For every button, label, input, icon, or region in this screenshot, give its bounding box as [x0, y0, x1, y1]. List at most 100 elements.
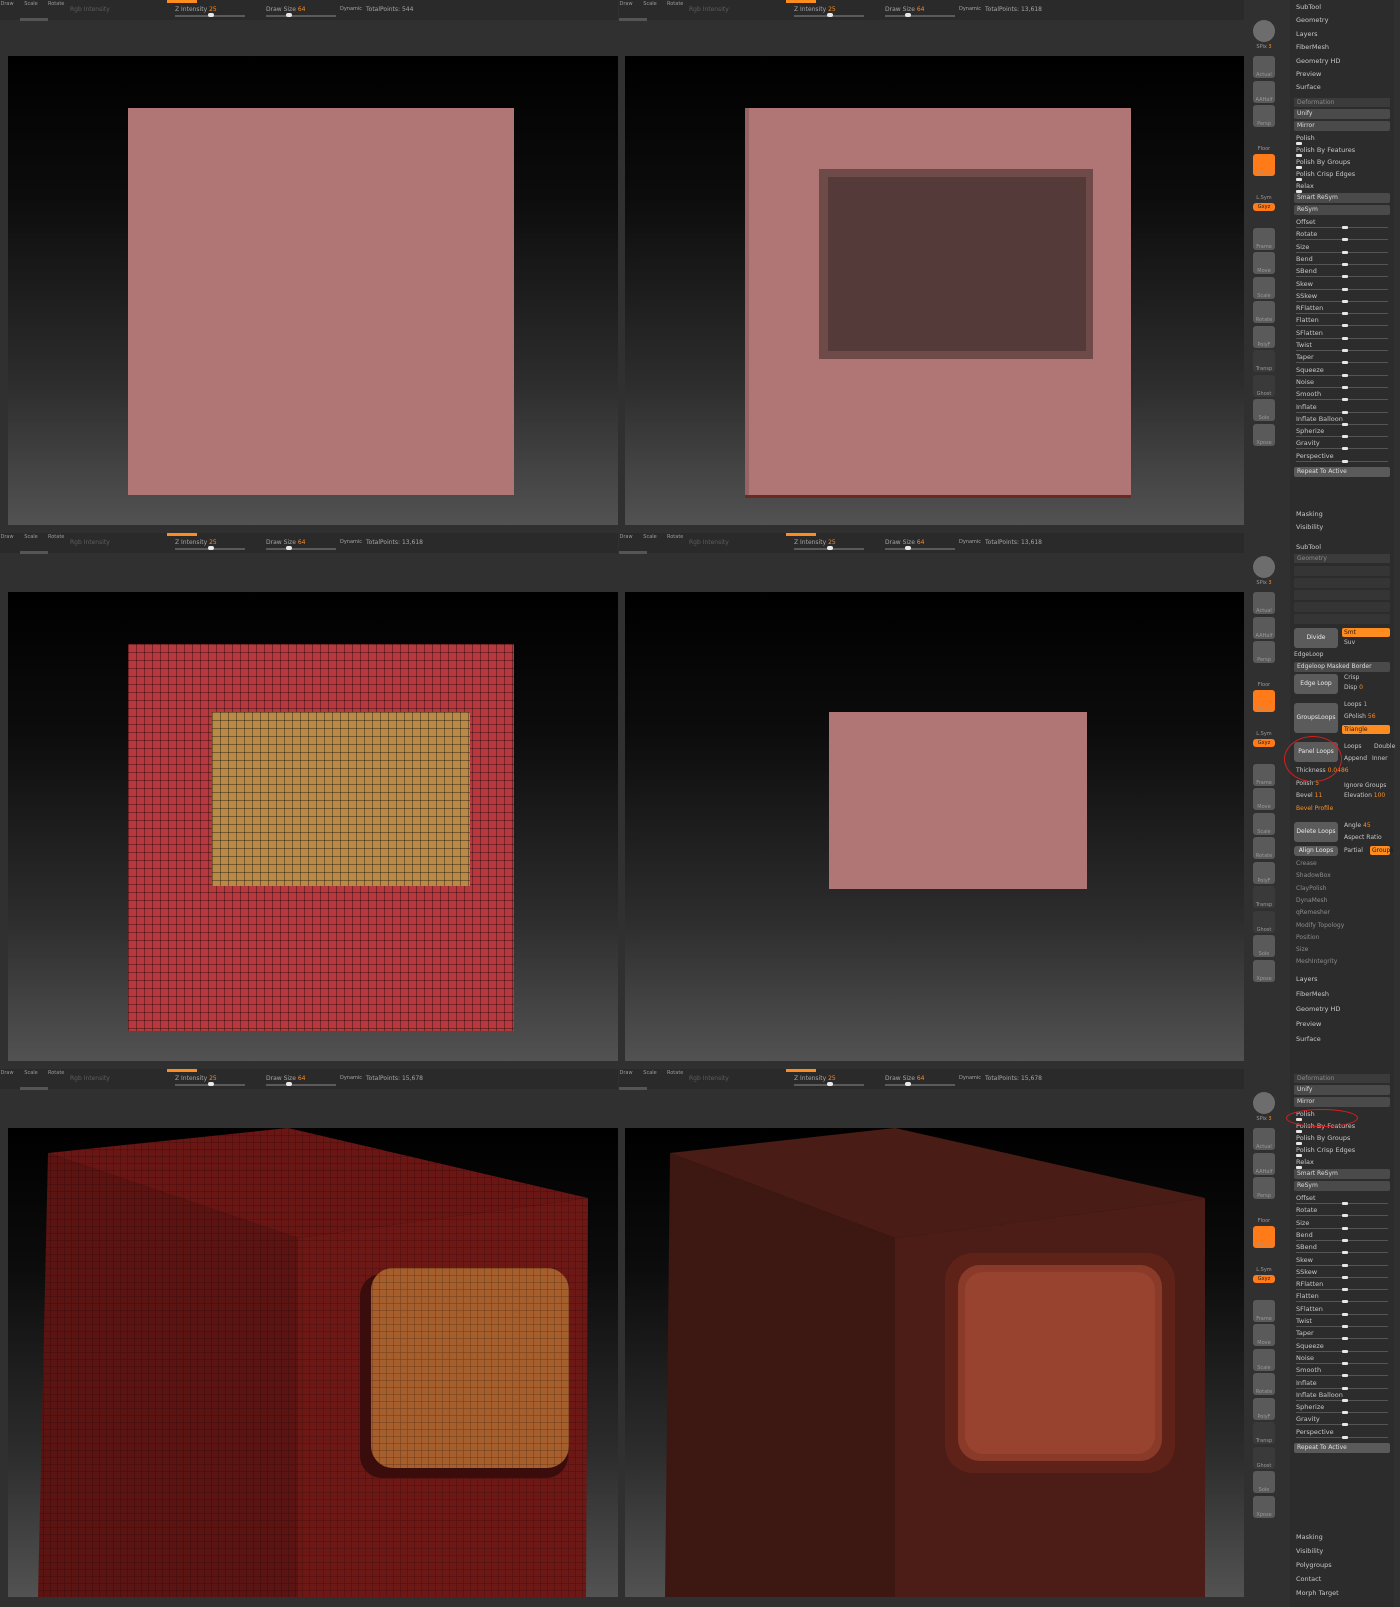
deformation-gravity[interactable]: Gravity: [1296, 1414, 1320, 1424]
delete-loops-button[interactable]: Delete Loops: [1294, 822, 1338, 842]
mode-button-draw[interactable]: Draw: [619, 1, 633, 7]
deformation-slider-knob[interactable]: [1342, 275, 1348, 279]
deformation-slider-knob[interactable]: [1342, 1411, 1348, 1415]
geometry-sub-shadowbox[interactable]: ShadowBox: [1296, 871, 1331, 881]
deformation-sskew[interactable]: SSkew: [1296, 1267, 1317, 1277]
disp-slider[interactable]: Disp 0: [1344, 684, 1363, 691]
panel-loops-count[interactable]: Loops: [1344, 743, 1362, 750]
z-intensity-label[interactable]: Z Intensity 25: [175, 1075, 217, 1082]
z-intensity-knob[interactable]: [208, 13, 214, 17]
deformation-noise[interactable]: Noise: [1296, 1353, 1314, 1363]
geometry-header[interactable]: Geometry: [1294, 554, 1390, 563]
bevel-profile-curve[interactable]: Bevel Profile: [1296, 805, 1333, 812]
mode-button-rotate[interactable]: Rotate: [667, 534, 683, 540]
deformation-inflate-balloon[interactable]: Inflate Balloon: [1296, 1390, 1343, 1400]
menu-geometry-hd[interactable]: Geometry HD: [1296, 1004, 1340, 1014]
deformation-slider-knob[interactable]: [1342, 1435, 1348, 1439]
geometry-sub-position[interactable]: Position: [1296, 933, 1319, 943]
draw-size-knob[interactable]: [905, 546, 911, 550]
rgb-intensity-label[interactable]: Rgb Intensity: [689, 6, 729, 13]
bevel-slider[interactable]: Bevel 11: [1296, 792, 1322, 799]
deformation-flatten[interactable]: Flatten: [1296, 315, 1319, 325]
menu-subtool[interactable]: SubTool: [1296, 542, 1321, 552]
partial-toggle[interactable]: Partial: [1344, 847, 1363, 854]
deformation-slider-knob[interactable]: [1342, 435, 1348, 439]
deformation-size[interactable]: Size: [1296, 1218, 1309, 1228]
deformation-header[interactable]: Deformation: [1294, 1074, 1390, 1083]
menu-polygroups[interactable]: Polygroups: [1296, 1560, 1332, 1570]
deformation-slider-knob[interactable]: [1342, 459, 1348, 463]
smt-toggle[interactable]: Smt: [1342, 628, 1390, 637]
mode-button-draw[interactable]: Draw: [0, 1, 14, 7]
mode-button-draw[interactable]: Draw: [619, 534, 633, 540]
deformation-perspective[interactable]: Perspective: [1296, 451, 1334, 461]
material-sphere-icon[interactable]: [1253, 1092, 1275, 1114]
deformation-slider-knob[interactable]: [1342, 422, 1348, 426]
deformation-squeeze[interactable]: Squeeze: [1296, 1341, 1324, 1351]
menu-masking[interactable]: Masking: [1296, 1532, 1323, 1542]
menu-visibility[interactable]: Visibility: [1296, 522, 1323, 532]
dynamic-toggle[interactable]: Dynamic: [959, 539, 981, 545]
crisp-toggle[interactable]: Crisp: [1344, 674, 1359, 681]
menu-layers[interactable]: Layers: [1296, 29, 1318, 39]
deformation-slider-knob[interactable]: [1342, 1288, 1348, 1292]
deformation-skew[interactable]: Skew: [1296, 279, 1313, 289]
menu-masking[interactable]: Masking: [1296, 509, 1323, 519]
groups-toggle[interactable]: Groups: [1370, 846, 1393, 855]
repeat-to-active-button[interactable]: Repeat To Active: [1294, 467, 1390, 477]
deformation-rotate[interactable]: Rotate: [1296, 229, 1317, 239]
geometry-sub-meshintegrity[interactable]: MeshIntegrity: [1296, 957, 1337, 967]
deformation-polish-by-groups[interactable]: Polish By Groups: [1296, 157, 1350, 167]
deformation-slider-knob[interactable]: [1342, 1202, 1348, 1205]
deformation-slider-knob[interactable]: [1342, 1374, 1348, 1378]
toggle-unify[interactable]: Unify: [1294, 109, 1390, 119]
spix-label[interactable]: SPix 3: [1249, 44, 1279, 50]
deformation-offset[interactable]: Offset: [1296, 1193, 1316, 1203]
dynamic-toggle[interactable]: Dynamic: [340, 1075, 362, 1081]
deformation-twist[interactable]: Twist: [1296, 340, 1312, 350]
viewport-mid-right[interactable]: [625, 592, 1244, 1061]
menu-layers[interactable]: Layers: [1296, 974, 1318, 984]
deformation-sflatten[interactable]: SFlatten: [1296, 1304, 1323, 1314]
deformation-slider-knob[interactable]: [1342, 1275, 1348, 1279]
deformation-slider-knob[interactable]: [1342, 1325, 1348, 1328]
menu-contact[interactable]: Contact: [1296, 1574, 1321, 1584]
deformation-slider-knob[interactable]: [1342, 1312, 1348, 1316]
z-intensity-knob[interactable]: [827, 546, 833, 550]
z-intensity-label[interactable]: Z Intensity 25: [794, 539, 836, 546]
menu-fibermesh[interactable]: FiberMesh: [1296, 989, 1329, 999]
deformation-smooth[interactable]: Smooth: [1296, 389, 1321, 399]
deformation-slider-knob[interactable]: [1342, 1263, 1348, 1267]
double-toggle[interactable]: Double: [1374, 743, 1395, 750]
mode-button-rotate[interactable]: Rotate: [48, 1, 64, 7]
suv-toggle[interactable]: Suv: [1344, 639, 1355, 646]
deformation-gravity[interactable]: Gravity: [1296, 438, 1320, 448]
repeat-to-active-button[interactable]: Repeat To Active: [1294, 1443, 1390, 1453]
divide-button[interactable]: Divide: [1294, 628, 1338, 648]
mode-button-scale[interactable]: Scale: [643, 534, 657, 540]
draw-size-knob[interactable]: [286, 546, 292, 550]
deformation-bend[interactable]: Bend: [1296, 1230, 1313, 1240]
toolbar-scroll-handle[interactable]: [619, 551, 647, 554]
mode-button-scale[interactable]: Scale: [24, 1070, 38, 1076]
inner-toggle[interactable]: Inner: [1372, 755, 1388, 762]
deformation-sflatten[interactable]: SFlatten: [1296, 328, 1323, 338]
menu-geometry[interactable]: Geometry: [1296, 15, 1328, 25]
deformation-size[interactable]: Size: [1296, 242, 1309, 252]
z-intensity-knob[interactable]: [827, 1082, 833, 1086]
z-intensity-knob[interactable]: [827, 13, 833, 17]
viewport-mid-left[interactable]: [8, 592, 618, 1061]
draw-size-slider[interactable]: [266, 548, 336, 550]
menu-preview[interactable]: Preview: [1296, 69, 1321, 79]
draw-size-slider[interactable]: [885, 1084, 955, 1086]
toolbar-scroll-handle[interactable]: [20, 18, 48, 21]
draw-size-label[interactable]: Draw Size 64: [885, 1075, 924, 1082]
geometry-sub-crease[interactable]: Crease: [1296, 859, 1317, 869]
deformation-polish-by-groups[interactable]: Polish By Groups: [1296, 1133, 1350, 1143]
deformation-smooth[interactable]: Smooth: [1296, 1365, 1321, 1375]
dynamic-toggle[interactable]: Dynamic: [959, 1075, 981, 1081]
edgeloop-masked-border-button[interactable]: Edgeloop Masked Border: [1294, 662, 1390, 672]
mode-button-rotate[interactable]: Rotate: [667, 1, 683, 7]
viewport-top-right[interactable]: [625, 56, 1244, 525]
dynamic-toggle[interactable]: Dynamic: [959, 6, 981, 12]
